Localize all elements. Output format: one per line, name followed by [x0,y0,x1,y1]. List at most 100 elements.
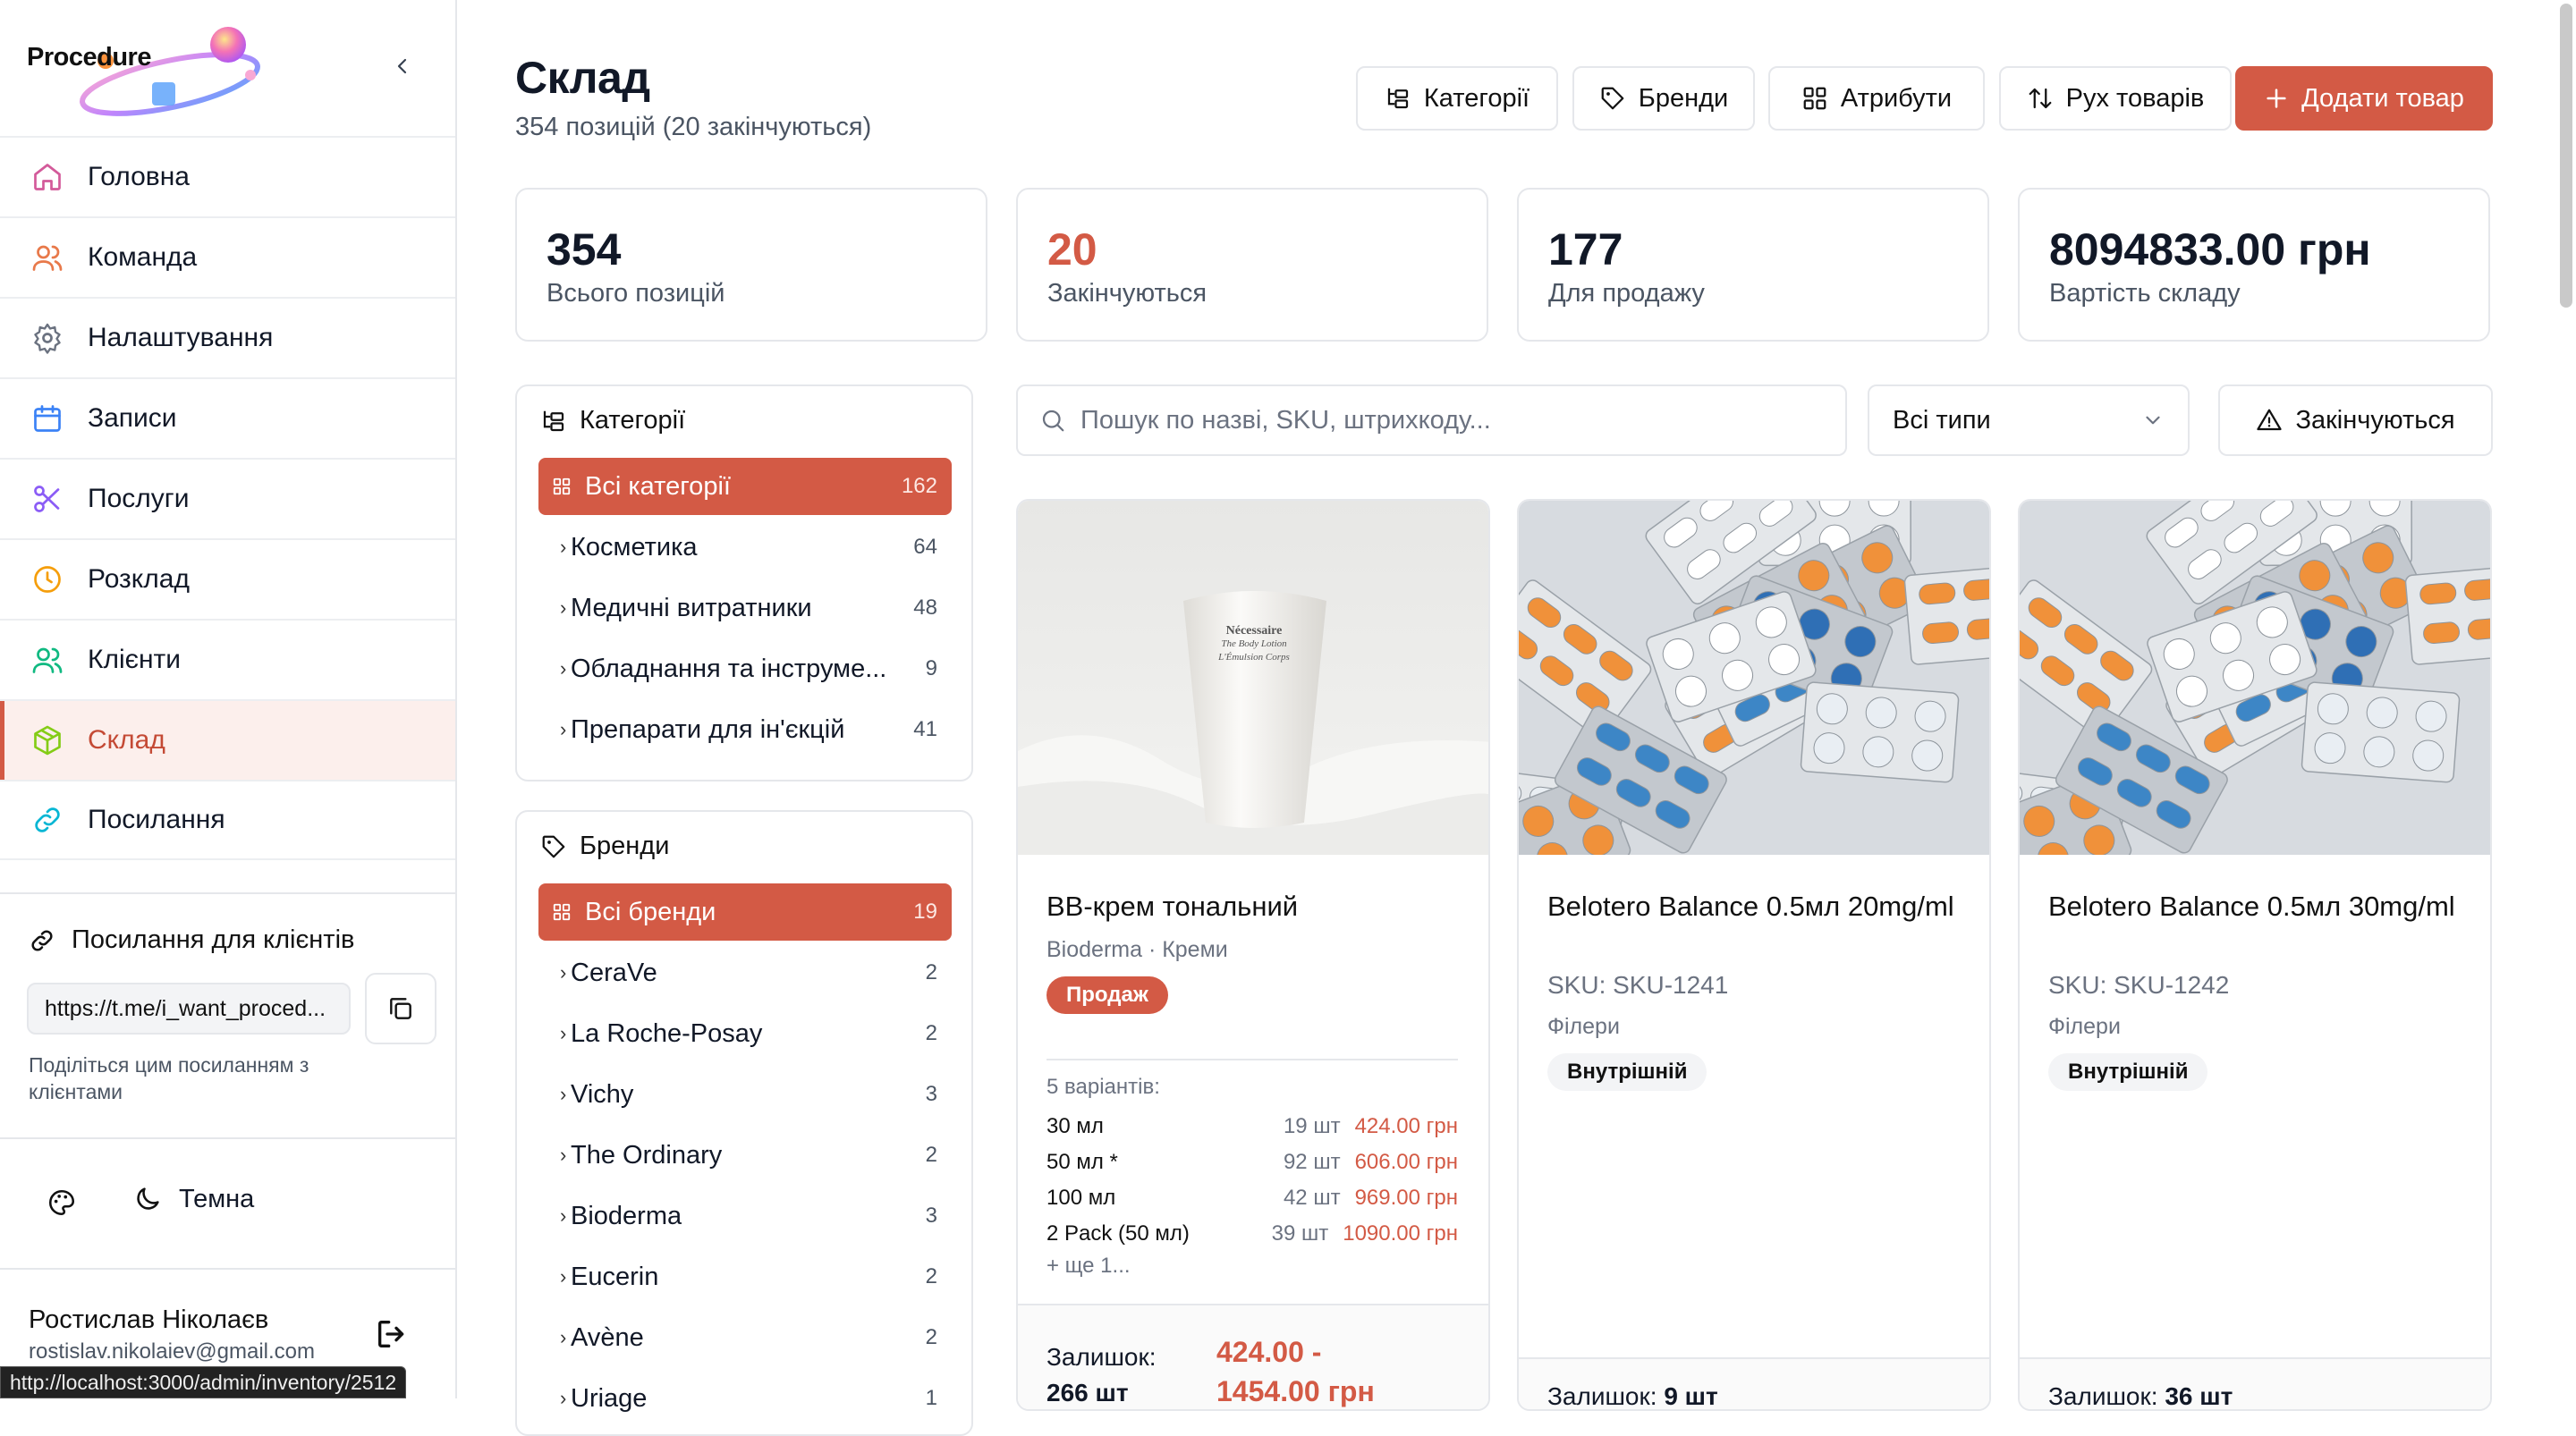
brand-count: 2 [926,1264,937,1289]
sale-badge: Продаж [1046,976,1168,1014]
client-link-input[interactable]: https://t.me/i_want_proced... [27,983,351,1035]
category-label: Косметика [571,533,698,562]
brand-label: The Ordinary [571,1141,722,1170]
brands-panel-header: Бренди [540,832,669,861]
grid-icon [538,902,585,922]
grid-icon [1801,85,1828,112]
brands-button[interactable]: Бренди [1572,66,1755,131]
chevron-right-icon[interactable]: › [538,718,571,741]
nav-label: Розклад [88,564,190,595]
category-label: Препарати для ін'єкцій [571,715,844,745]
product-card[interactable]: Nécessaire The Body Lotion L'Émulsion Co… [1016,499,1490,1411]
chevron-right-icon[interactable]: › [538,1204,571,1228]
sidebar: Procedure Головна Команда Налаштування З… [0,0,457,1398]
brand-item[interactable]: ›La Roche-Posay2 [538,1005,952,1062]
nav-item-home[interactable]: Головна [0,136,455,216]
category-item[interactable]: ›Обладнання та інструме... 9 [538,640,952,697]
more-variants-link[interactable]: + ще 1... [1046,1254,1458,1279]
collapse-sidebar-button[interactable] [385,48,420,84]
app-logo[interactable]: Procedure [27,20,268,118]
nav-item-schedule[interactable]: Розклад [0,538,455,619]
copy-icon [386,994,415,1023]
brand-item[interactable]: ›CeraVe2 [538,944,952,1001]
brand-item[interactable]: ›The Ordinary2 [538,1127,952,1184]
chevron-left-icon [392,55,413,77]
grid-icon [538,477,585,496]
category-item[interactable]: ›Косметика 64 [538,519,952,576]
chevron-right-icon[interactable]: › [538,657,571,680]
status-bar-url: http://localhost:3000/admin/inventory/25… [0,1366,406,1398]
category-label: Медичні витратники [571,594,812,623]
variants-list: 5 варіантів: 30 мл19 шт424.00 грн 50 мл … [1046,1059,1458,1279]
chevron-right-icon[interactable]: › [538,1083,571,1106]
brand-item[interactable]: ›Uriage1 [538,1370,952,1427]
brand-item[interactable]: ›Eucerin2 [538,1248,952,1305]
chevron-down-icon [2141,409,2165,432]
product-card[interactable]: Belotero Balance 0.5мл 30mg/ml SKU: SKU-… [2018,499,2492,1411]
chevron-right-icon[interactable]: › [538,1387,571,1410]
category-count: 64 [913,535,937,560]
brand-item[interactable]: ›Vichy3 [538,1066,952,1123]
scrollbar[interactable] [2560,4,2572,308]
logout-button[interactable] [374,1316,410,1352]
chevron-right-icon[interactable]: › [538,1144,571,1167]
nav-item-team[interactable]: Команда [0,216,455,297]
brand-count: 19 [913,900,937,925]
category-count: 41 [913,717,937,742]
product-category: Філери [1547,1014,1620,1040]
nav-item-services[interactable]: Послуги [0,458,455,538]
category-item[interactable]: ›Медичні витратники 48 [538,579,952,637]
tag-icon [1599,85,1626,112]
add-product-button[interactable]: Додати товар [2235,66,2493,131]
copy-link-button[interactable] [365,973,436,1044]
brands-panel: Бренди Всі бренди 19 ›CeraVe2 ›La Roche-… [515,810,973,1436]
search-input[interactable]: Пошук по назві, SKU, штрихкоду... [1080,406,1491,435]
stat-card-inventory-value: 8094833.00 грн Вартість складу [2018,188,2490,342]
category-item[interactable]: ›Препарати для ін'єкцій 41 [538,701,952,758]
categories-button[interactable]: Категорії [1356,66,1558,131]
nav-item-inventory[interactable]: Склад [0,699,455,780]
stat-label: Вартість складу [2049,279,2241,308]
variant-name: 2 Pack (50 мл) [1046,1221,1272,1246]
add-product-button-label: Додати товар [2301,84,2464,114]
divider [0,892,455,894]
palette-button[interactable] [47,1187,77,1218]
chevron-right-icon[interactable]: › [538,1022,571,1045]
category-label: Всі категорії [585,472,731,502]
low-stock-filter-button[interactable]: Закінчуються [2218,384,2493,456]
chevron-right-icon[interactable]: › [538,1326,571,1349]
brands-button-label: Бренди [1639,84,1728,114]
nav-item-links[interactable]: Посилання [0,780,455,860]
chevron-right-icon[interactable]: › [538,961,571,984]
type-filter-select[interactable]: Всі типи [1868,384,2190,456]
brand-item[interactable]: ›Avène2 [538,1309,952,1366]
brand-item[interactable]: ›Bioderma3 [538,1187,952,1245]
moon-icon [132,1184,163,1214]
palette-icon [47,1187,77,1218]
nav-item-clients[interactable]: Клієнти [0,619,455,699]
stat-card-for-sale: 177 Для продажу [1517,188,1989,342]
chevron-right-icon[interactable]: › [538,1265,571,1288]
chevron-right-icon[interactable]: › [538,536,571,559]
brand-all[interactable]: Всі бренди 19 [538,883,952,941]
nav-item-appointments[interactable]: Записи [0,377,455,458]
folder-tree-icon [1385,85,1411,112]
stock-movement-button[interactable]: Рух товарів [1999,66,2232,131]
variant-row: 30 мл19 шт424.00 грн [1046,1109,1458,1145]
chevron-right-icon[interactable]: › [538,596,571,620]
category-all[interactable]: Всі категорії 162 [538,458,952,515]
nav-item-settings[interactable]: Налаштування [0,297,455,377]
dark-theme-button[interactable]: Темна [132,1184,254,1214]
stat-label: Всього позицій [547,279,724,308]
brand-label: Vichy [571,1080,633,1110]
attributes-button[interactable]: Атрибути [1768,66,1985,131]
variant-qty: 19 шт [1284,1114,1341,1139]
stat-value: 354 [547,224,621,275]
clients-icon [30,643,64,677]
product-card[interactable]: Belotero Balance 0.5мл 20mg/ml SKU: SKU-… [1517,499,1991,1411]
price-max: 1454.00 грн [1216,1372,1375,1411]
category-count: 162 [902,474,937,499]
tag-icon [540,833,567,860]
categories-panel: Категорії Всі категорії 162 ›Косметика 6… [515,384,973,781]
search-field[interactable]: Пошук по назві, SKU, штрихкоду... [1016,384,1847,456]
